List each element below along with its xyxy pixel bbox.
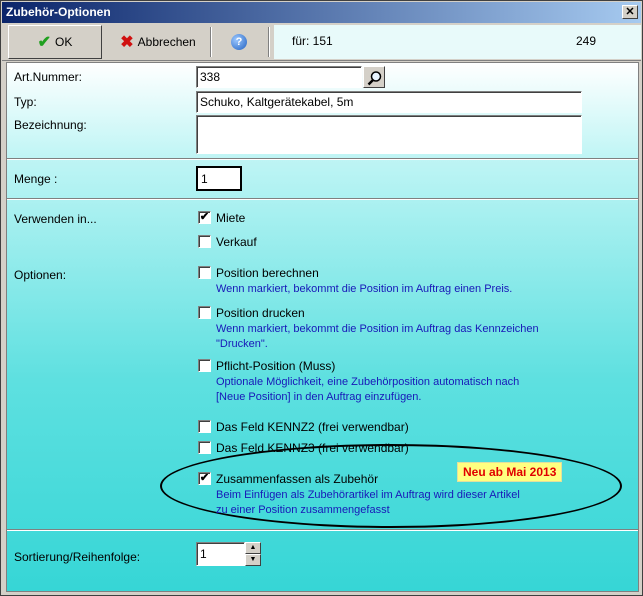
zusammenfassen-desc: Beim Einfügen als Zubehörartikel im Auft… [216, 489, 520, 516]
cancel-button-label: Abbrechen [137, 35, 196, 49]
section-divider [7, 158, 638, 160]
zusammenfassen-label: Zusammenfassen als Zubehör [216, 472, 379, 486]
position-berechnen-checkbox[interactable] [198, 266, 211, 279]
form-panel: Art.Nummer: Typ: Bezeichnung: Menge : Ve… [6, 62, 639, 592]
info-panel: für: 151 249 [274, 25, 641, 59]
typ-label: Typ: [14, 95, 37, 109]
help-icon: ? [231, 34, 247, 50]
info-fuer: für: 151 [292, 34, 333, 48]
toolbar: ✔ OK ✖ Abbrechen ? für: 151 249 [2, 23, 641, 61]
position-drucken-label: Position drucken [216, 306, 305, 320]
position-drucken-checkbox[interactable] [198, 306, 211, 319]
cross-icon: ✖ [120, 34, 134, 51]
position-berechnen-label: Position berechnen [216, 266, 319, 280]
close-button[interactable]: ✕ [622, 5, 638, 19]
art-nummer-label: Art.Nummer: [14, 70, 83, 84]
menge-input[interactable] [196, 166, 242, 191]
title-bar: Zubehör-Optionen ✕ [2, 2, 641, 23]
toolbar-separator [210, 27, 212, 57]
kennz2-checkbox[interactable] [198, 420, 211, 433]
optionen-label: Optionen: [14, 268, 67, 282]
section-divider [7, 529, 638, 531]
sortierung-spinner: ▲ ▼ [245, 542, 261, 566]
help-button[interactable]: ? [214, 25, 264, 59]
window-title: Zubehör-Optionen [6, 5, 111, 19]
verkauf-label: Verkauf [216, 235, 257, 249]
typ-input[interactable] [196, 91, 582, 113]
spin-up-button[interactable]: ▲ [245, 542, 261, 554]
magnifier-icon [367, 71, 382, 86]
cancel-button[interactable]: ✖ Abbrechen [108, 25, 208, 59]
pflicht-position-label: Pflicht-Position (Muss) [216, 359, 336, 373]
menge-label: Menge : [14, 172, 58, 186]
miete-checkbox[interactable]: ✔ [198, 211, 211, 224]
zusammenfassen-checkbox[interactable]: ✔ [198, 472, 211, 485]
verkauf-checkbox[interactable] [198, 235, 211, 248]
search-button[interactable] [363, 66, 385, 88]
pflicht-position-checkbox[interactable] [198, 359, 211, 372]
position-berechnen-desc: Wenn markiert, bekommt die Position im A… [216, 283, 513, 295]
dialog-window: Zubehör-Optionen ✕ ✔ OK ✖ Abbrechen ? fü… [0, 0, 643, 596]
info-number: 249 [576, 34, 597, 48]
section-divider [7, 198, 638, 200]
bezeichnung-label: Bezeichnung: [14, 118, 87, 132]
ok-button-label: OK [55, 35, 73, 49]
pflicht-position-desc: Optionale Möglichkeit, eine Zubehörposit… [216, 376, 520, 403]
toolbar-separator [268, 27, 270, 57]
art-nummer-input[interactable] [196, 66, 362, 88]
kennz2-label: Das Feld KENNZ2 (frei verwendbar) [216, 420, 409, 434]
miete-label: Miete [216, 211, 246, 225]
sortierung-label: Sortierung/Reihenfolge: [14, 550, 141, 564]
new-feature-badge: Neu ab Mai 2013 [457, 462, 563, 482]
sortierung-input[interactable] [196, 542, 245, 566]
position-drucken-desc: Wenn markiert, bekommt die Position im A… [216, 323, 539, 350]
ok-button[interactable]: ✔ OK [8, 25, 102, 59]
spin-down-button[interactable]: ▼ [245, 554, 261, 566]
bezeichnung-textarea[interactable] [196, 115, 582, 154]
checkmark-icon: ✔ [37, 34, 52, 51]
kennz3-checkbox[interactable] [198, 441, 211, 454]
verwenden-label: Verwenden in... [14, 212, 97, 226]
